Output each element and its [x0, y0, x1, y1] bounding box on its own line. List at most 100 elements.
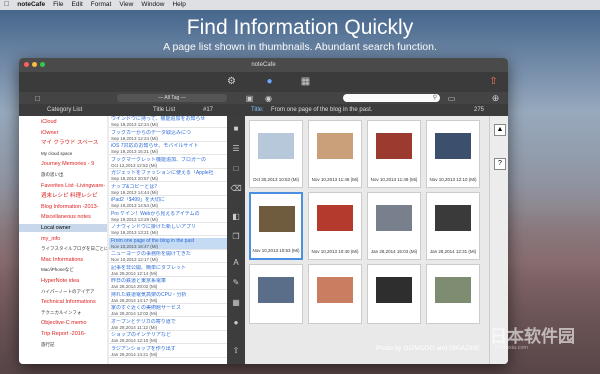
grid-icon[interactable]: ▦	[230, 298, 242, 308]
thumbnail-date: Nov 10,2013 10:53 (Mi)	[251, 248, 301, 258]
page-thumbnail[interactable]: Nov 10,2013 11:49 (Mi)	[367, 120, 421, 188]
menu-help[interactable]: Help	[172, 0, 185, 10]
title-list-item[interactable]: iOS 7対応のお知らせ、モバイルサイト Sep 19,2013 16:21 (M…	[109, 143, 227, 155]
category-item[interactable]: Blog Information -2013-	[19, 203, 107, 211]
title-list-item[interactable]: ラジアンショップを作り出す Jan 28,2014 14:21 (Mi)	[109, 346, 227, 358]
page-title: From one page of the blog in the past.	[271, 107, 373, 113]
bookmark-icon[interactable]: ■	[230, 124, 242, 134]
help-icon[interactable]: ?	[494, 158, 506, 170]
title-list-item[interactable]: 昨日の鉄道と東京系電車 Jan 28,2014 20:02 (Mi)	[109, 278, 227, 290]
menu-edit[interactable]: Edit	[72, 0, 83, 10]
title-list-item[interactable]: 家のすぐ近くの美術館サービス Jan 28,2014 12:02 (Mi)	[109, 305, 227, 317]
category-item[interactable]: my_info	[19, 235, 107, 243]
title-list-item[interactable]: ブックカーからのデータ取込みにつ Sep 19,2013 12:24 (Mi)	[109, 130, 227, 142]
menu-view[interactable]: View	[119, 0, 133, 10]
thumbnail-date	[368, 313, 420, 323]
thumbnail-photo	[435, 205, 471, 231]
thumbnail-date: Nov 10,2013 11:48 (Mi)	[309, 177, 361, 187]
share-icon[interactable]: ⇧	[487, 75, 500, 88]
category-item[interactable]: iOwner	[19, 129, 107, 137]
scroll-up-icon[interactable]: ▲	[494, 124, 506, 136]
category-item[interactable]: マイ クラウド スペース	[19, 139, 107, 147]
title-list-item[interactable]: ナップ&コピーとは？ Sep 19,2013 14:44 (Mi)	[109, 184, 227, 196]
category-item[interactable]: 旅行記	[19, 341, 107, 349]
category-item[interactable]: Technical Informations	[19, 298, 107, 306]
category-item[interactable]: 旅の思い出	[19, 171, 107, 179]
font-icon[interactable]: A	[230, 258, 242, 268]
title-list-item[interactable]: 持れた鉄道電気高架のCPU・分析 Jan 28,2014 14:17 (Mi)	[109, 292, 227, 304]
title-item-date: Jan 28,2014 12:10 (Mi)	[111, 338, 158, 343]
category-item[interactable]: Mac/iPhoneなど	[19, 266, 107, 274]
page-thumbnail[interactable]	[249, 264, 303, 324]
title-list-item[interactable]: 記事を非公開、簡単にタブレット Jan 28,2014 12:14 (Mi)	[109, 265, 227, 277]
title-list-item[interactable]: オープンとデリカの寄り道で Jan 28,2014 11:12 (Mi)	[109, 319, 227, 331]
page-thumbnail[interactable]	[426, 264, 480, 324]
title-list-item[interactable]: ノナウィンドウに掛けた新しいアプリ Sep 19,2013 13:21 (Mi)	[109, 224, 227, 236]
menu-app-name[interactable]: noteCafe	[17, 0, 45, 10]
menu-window[interactable]: Window	[141, 0, 164, 10]
tag-filter-value: — All Tag —	[158, 95, 186, 101]
page-thumbnail[interactable]	[367, 264, 421, 324]
thumbnail-date: Jan 28,2014 15:03 (Mi)	[368, 249, 420, 259]
minimize-button[interactable]	[32, 62, 37, 67]
title-count: #17	[203, 107, 214, 113]
thumbnail-date: Nov 10,2013 11:49 (Mi)	[368, 177, 420, 187]
title-list-item[interactable]: ブックマークレット機能追加、ブロガーの Oct 12,2013 12:52 (Mi…	[109, 157, 227, 169]
category-item[interactable]: Favorites List -Livingware-	[19, 182, 107, 190]
list-icon[interactable]: ☰	[230, 144, 242, 154]
category-item[interactable]: Objective-C memo	[19, 319, 107, 327]
category-item[interactable]: iCloud	[19, 118, 107, 126]
category-item[interactable]: 週末レシピ 料理レシピ	[19, 192, 107, 200]
category-item[interactable]: My cloud space	[19, 150, 107, 158]
category-item[interactable]: HyperNote idea	[19, 277, 107, 285]
title-list-item[interactable]: iPad2「$499」を大切に Sep 19,2013 14:54 (Mi)	[109, 197, 227, 209]
page-thumbnail[interactable]: Nov 10,2013 10:53 (Mi)	[249, 192, 303, 260]
apple-icon[interactable]: 	[4, 0, 9, 10]
tag-filter-select[interactable]: — All Tag —	[117, 94, 227, 102]
title-list: ウインドウに持って、機能追加をお知らせ Sep 19,2013 12:24 (Mi…	[109, 116, 227, 364]
thumbnail-photo	[258, 277, 294, 303]
page-thumbnail[interactable]: Jan 28,2014 15:03 (Mi)	[367, 192, 421, 260]
search-input[interactable]: ⚲	[343, 94, 440, 102]
category-item[interactable]: ライフスタイルブログを日ごとに	[19, 245, 107, 253]
category-item[interactable]: Miscellaneous notes	[19, 213, 107, 221]
copy-icon[interactable]: ❐	[230, 232, 242, 242]
page-count: 275	[474, 107, 485, 113]
document-icon[interactable]: □	[230, 164, 242, 174]
gear-icon[interactable]: ⚙	[225, 75, 238, 88]
category-item[interactable]: Trip Report -2016-	[19, 330, 107, 338]
thumbnail-date	[250, 313, 302, 323]
title-list-item[interactable]: Pro ケイン！Webから見えるアイテムの Sep 19,2013 13:28 (…	[109, 211, 227, 223]
title-list-item[interactable]: From one page of the blog in the past Nov…	[109, 237, 227, 250]
close-button[interactable]	[24, 62, 29, 67]
page-thumbnail[interactable]: Jan 28,2014 12:31 (Mi)	[426, 192, 480, 260]
page-thumbnail[interactable]: Nov 10,2013 12:10 (Mi)	[426, 120, 480, 188]
zoom-button[interactable]	[40, 62, 45, 67]
category-list: iCloud iOwner マイ クラウド スペース My cloud space Jo…	[19, 116, 107, 364]
page-thumbnail[interactable]: Nov 10,2013 10:40 (Mi)	[308, 192, 362, 260]
grid-view-icon[interactable]: ▦	[299, 75, 312, 88]
lock-icon[interactable]: ●	[230, 318, 242, 328]
page-thumbnail[interactable]	[308, 264, 362, 324]
page-thumbnail[interactable]: Oct 30,2013 10:53 (Mi)	[249, 120, 303, 188]
title-list-item[interactable]: ニューヨークの事務所を開けてきた Nov 10,2013 12:17 (Mi)	[109, 251, 227, 263]
category-item[interactable]: Mac Informations	[19, 256, 107, 264]
title-list-item[interactable]: ショップのインテリアなど Jan 28,2014 12:10 (Mi)	[109, 332, 227, 344]
globe-icon[interactable]: ●	[263, 75, 276, 88]
title-list-item[interactable]: ウインドウに持って、機能追加をお知らせ Sep 19,2013 12:24 (Mi…	[109, 116, 227, 128]
edit-icon[interactable]: ✎	[230, 278, 242, 288]
title-list-item[interactable]: ガジェットをファッションに使える「Apple社 Sep 19,2013 20:57…	[109, 170, 227, 182]
thumbnail-photo	[259, 206, 295, 232]
page-thumbnail[interactable]: Nov 10,2013 11:48 (Mi)	[308, 120, 362, 188]
export-icon[interactable]: ⇧	[230, 346, 242, 356]
thumbnail-photo	[376, 277, 412, 303]
menu-format[interactable]: Format	[91, 0, 112, 10]
menu-file[interactable]: File	[53, 0, 63, 10]
category-item[interactable]: Journey Memories - 9	[19, 160, 107, 168]
category-item[interactable]: ハイパーノートのアイデア	[19, 288, 107, 296]
trash-icon[interactable]: ⌫	[230, 184, 242, 194]
category-item[interactable]: テクニカルインフォ	[19, 309, 107, 317]
category-list-header: Category List	[47, 107, 83, 113]
category-item[interactable]: Local owner	[19, 224, 107, 232]
sidebar-toggle-icon[interactable]: ◧	[230, 212, 242, 222]
